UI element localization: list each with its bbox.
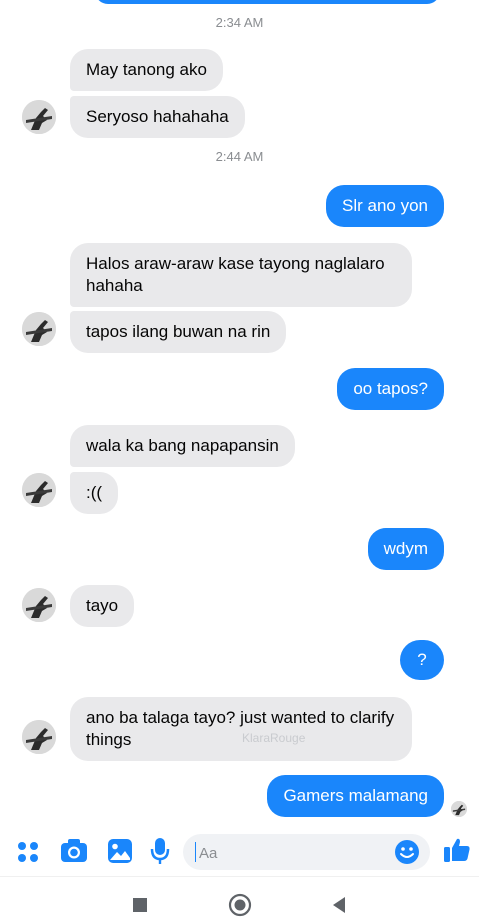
microphone-icon[interactable] bbox=[150, 837, 170, 870]
message-incoming[interactable]: May tanong ako bbox=[70, 49, 223, 91]
message-outgoing[interactable]: wdym bbox=[367, 528, 444, 570]
system-navbar bbox=[0, 876, 479, 924]
message-input[interactable] bbox=[183, 834, 430, 872]
message-outgoing[interactable]: Slr ano yon bbox=[326, 185, 444, 227]
read-receipt-avatar bbox=[451, 801, 467, 817]
camera-icon[interactable] bbox=[60, 838, 88, 869]
message-incoming[interactable]: wala ka bang napapansin bbox=[70, 425, 295, 467]
message-outgoing[interactable]: oo tapos? bbox=[337, 368, 444, 410]
emoji-icon[interactable] bbox=[394, 839, 420, 870]
message-incoming[interactable]: tayo bbox=[70, 585, 135, 627]
contact-avatar[interactable] bbox=[22, 100, 56, 134]
message-outgoing[interactable]: Gamers malamang bbox=[267, 775, 444, 817]
contact-avatar[interactable] bbox=[22, 312, 56, 346]
timestamp: 2:44 AM bbox=[215, 149, 264, 164]
message-incoming[interactable]: Halos araw-araw kase tayong naglalaro ha… bbox=[70, 243, 412, 307]
message-incoming[interactable]: tapos ilang buwan na rin bbox=[70, 311, 287, 353]
message-incoming[interactable]: ano ba talaga tayo? just wanted to clari… bbox=[70, 697, 412, 761]
apps-icon[interactable] bbox=[16, 840, 40, 869]
home-icon[interactable] bbox=[228, 893, 252, 922]
composer-bar bbox=[0, 826, 479, 876]
contact-avatar[interactable] bbox=[22, 588, 56, 622]
contact-avatar[interactable] bbox=[22, 720, 56, 754]
watermark: KlaraRouge bbox=[242, 731, 306, 745]
image-icon[interactable] bbox=[107, 838, 133, 869]
message-incoming[interactable]: :(( bbox=[70, 472, 119, 514]
timestamp: 2:34 AM bbox=[215, 15, 264, 30]
thumbs-up-icon[interactable] bbox=[443, 836, 471, 869]
message-incoming[interactable]: Seryoso hahahaha bbox=[70, 96, 245, 138]
previous-outgoing-bubble[interactable] bbox=[95, 0, 440, 4]
contact-avatar[interactable] bbox=[22, 473, 56, 507]
recent-apps-icon[interactable] bbox=[133, 898, 147, 917]
back-icon[interactable] bbox=[332, 897, 346, 918]
message-input-field[interactable] bbox=[197, 834, 391, 872]
message-outgoing[interactable]: ? bbox=[400, 640, 444, 680]
